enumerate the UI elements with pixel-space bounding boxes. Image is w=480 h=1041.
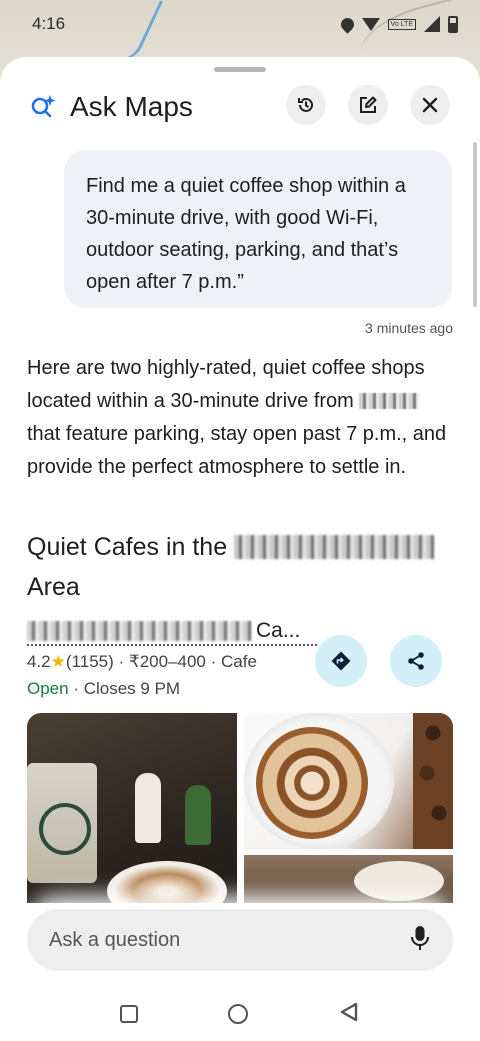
place-photo-main[interactable] — [27, 713, 237, 903]
history-icon — [298, 97, 313, 112]
place-name-suffix: Ca... — [256, 619, 301, 642]
place-price: ₹200–400 — [128, 652, 206, 671]
recents-button[interactable] — [120, 1005, 138, 1023]
signal-icon — [424, 16, 440, 32]
user-message-bubble: Find me a quiet coffee shop within a 30-… — [64, 150, 452, 308]
share-button[interactable] — [390, 635, 442, 687]
redacted-location — [359, 393, 420, 409]
photo-detail — [185, 785, 211, 845]
section-title-start: Quiet Cafes in the — [27, 533, 235, 561]
place-reviews: (1155) — [65, 652, 114, 671]
mic-button[interactable] — [409, 925, 431, 956]
status-icons: Vo LTE — [337, 14, 458, 34]
status-bar: 4:16 Vo LTE — [0, 0, 480, 48]
place-hours: Open · Closes 9 PM — [27, 679, 181, 698]
ask-maps-sheet: Ask Maps Find me a quiet coffee shop wit… — [0, 57, 480, 1041]
photo-detail — [413, 713, 453, 849]
edit-icon — [360, 96, 377, 113]
volte-icon: Vo LTE — [387, 18, 416, 30]
place-meta: 4.2★(1155) · ₹200–400 · Cafe — [27, 652, 257, 671]
redacted-place-name — [27, 621, 252, 641]
open-status: Open — [27, 679, 69, 698]
photo-detail — [107, 861, 227, 903]
directions-button[interactable] — [315, 635, 367, 687]
back-button[interactable] — [338, 1001, 360, 1028]
place-photo-coffee[interactable] — [244, 713, 453, 849]
header: Ask Maps — [0, 85, 480, 129]
history-button[interactable] — [286, 85, 326, 125]
share-icon — [408, 652, 424, 670]
section-title-end: Area — [27, 573, 80, 601]
photo-detail — [27, 763, 97, 883]
home-button[interactable] — [228, 1004, 248, 1024]
photo-detail — [135, 773, 161, 843]
closing-time: Closes 9 PM — [83, 679, 181, 698]
battery-icon — [448, 15, 458, 33]
page-title: Ask Maps — [70, 91, 193, 122]
place-rating: 4.2 — [27, 652, 51, 671]
star-icon: ★ — [50, 652, 66, 671]
results-section-title: Quiet Cafes in the Area — [27, 527, 457, 607]
message-timestamp: 3 minutes ago — [365, 320, 453, 336]
ask-question-input[interactable]: Ask a question — [27, 909, 453, 971]
new-chat-button[interactable] — [348, 85, 388, 125]
close-button[interactable] — [410, 85, 450, 125]
answer-text: that feature parking, stay open past 7 p… — [27, 423, 447, 478]
place-category: Cafe — [221, 652, 257, 671]
user-message-text: Find me a quiet coffee shop within a 30-… — [86, 175, 406, 293]
ask-input-placeholder: Ask a question — [49, 928, 181, 951]
drag-handle[interactable] — [214, 67, 266, 72]
ask-maps-sparkle-icon — [31, 95, 56, 118]
directions-icon — [331, 651, 351, 671]
back-icon — [340, 1002, 358, 1021]
status-time: 4:16 — [32, 14, 66, 33]
assistant-answer: Here are two highly-rated, quiet coffee … — [27, 352, 457, 484]
location-icon — [337, 14, 357, 34]
photo-detail — [256, 727, 368, 839]
scrollbar[interactable] — [473, 142, 477, 307]
place-photo-small[interactable] — [244, 855, 453, 903]
close-icon — [422, 97, 438, 113]
mic-icon — [411, 925, 429, 950]
redacted-area-name — [234, 535, 435, 559]
place-name-link[interactable]: Ca... — [27, 618, 317, 646]
wifi-icon — [361, 17, 380, 31]
system-nav-bar — [0, 987, 480, 1041]
